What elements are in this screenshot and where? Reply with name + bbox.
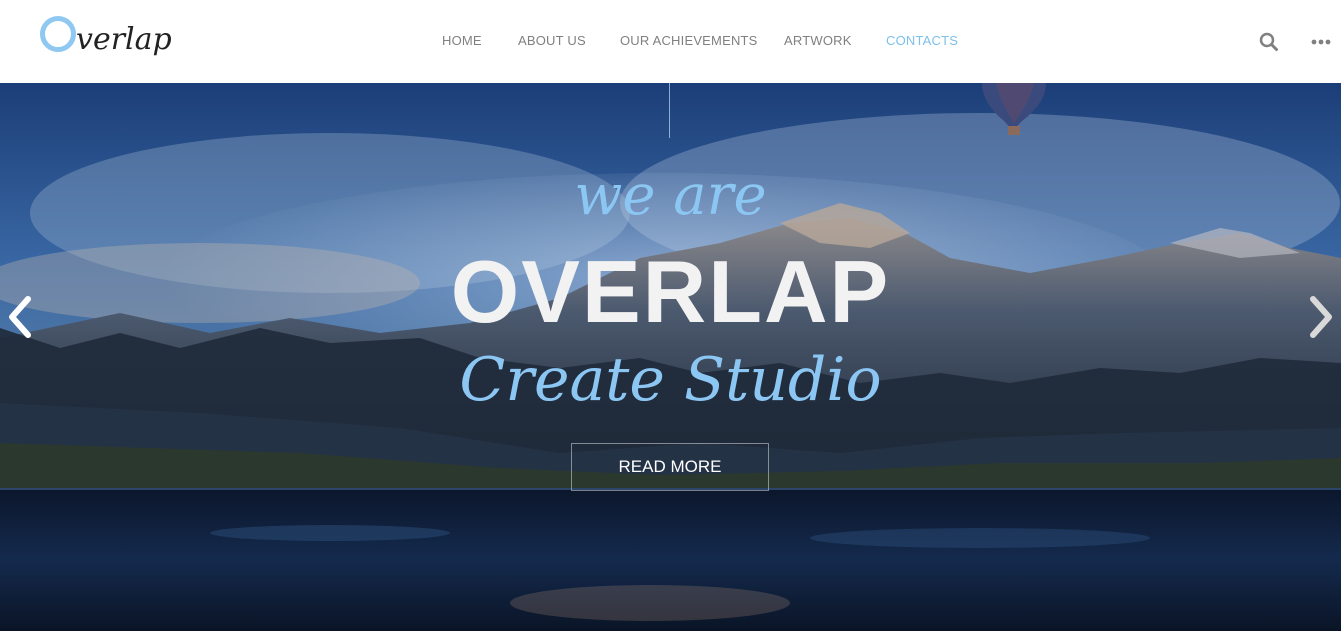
hero-slider: we are OVERLAP Create Studio READ MORE [0, 83, 1341, 631]
nav-artwork[interactable]: ARTWORK [784, 33, 852, 48]
chevron-left-icon [9, 296, 31, 338]
hero-subtitle: Create Studio [459, 345, 882, 415]
site-header: verlap HOME ABOUT US OUR ACHIEVEMENTS AR… [0, 0, 1341, 83]
nav-contacts[interactable]: CONTACTS [886, 33, 958, 48]
search-button[interactable] [1258, 31, 1280, 53]
slider-next-button[interactable] [1305, 293, 1335, 341]
hero-kicker: we are [574, 163, 767, 228]
read-more-button[interactable]: READ MORE [571, 443, 769, 491]
chevron-right-icon [1310, 296, 1332, 338]
hero-divider-line [669, 83, 670, 138]
nav-our-achievements[interactable]: OUR ACHIEVEMENTS [620, 33, 758, 48]
slider-prev-button[interactable] [6, 293, 36, 341]
search-icon [1259, 32, 1278, 51]
more-button[interactable] [1310, 35, 1332, 47]
more-icon [1311, 39, 1331, 45]
nav-about-us[interactable]: ABOUT US [518, 33, 586, 48]
main-nav: HOME ABOUT US OUR ACHIEVEMENTS ARTWORK C… [0, 0, 1341, 83]
nav-home[interactable]: HOME [442, 33, 482, 48]
hero-title: OVERLAP [450, 242, 891, 341]
